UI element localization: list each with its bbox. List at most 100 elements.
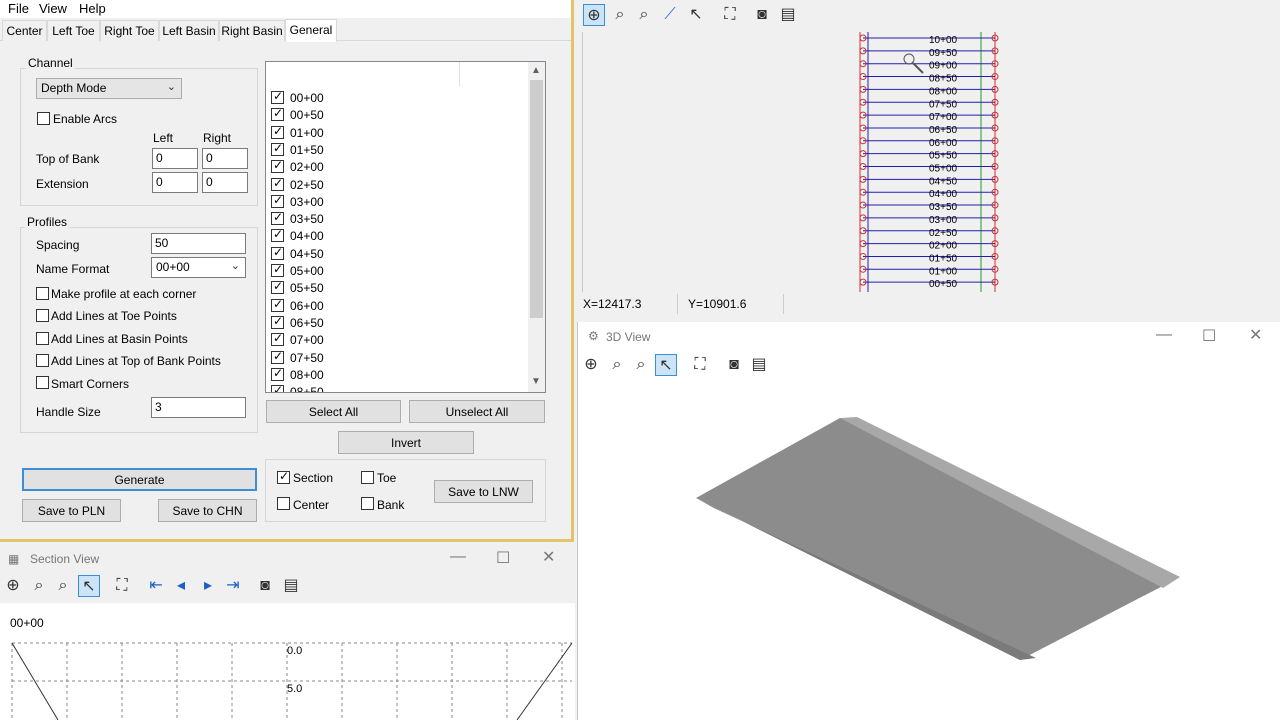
scroll-up-icon[interactable]: ▲ [531,65,541,76]
station-checkbox[interactable] [271,349,284,364]
bank-checkbox[interactable] [361,497,374,510]
handle-size-input[interactable]: 3 [151,397,246,418]
top-of-bank-left-input[interactable]: 0 [152,148,198,169]
station-label: 03+50 [290,212,324,227]
tab-right-toe[interactable]: Right Toe [100,20,159,41]
extension-right-input[interactable]: 0 [202,172,248,193]
station-checkbox[interactable] [271,227,284,243]
menu-help[interactable]: Help [79,1,106,16]
next-section-icon[interactable]: ▸ [197,575,219,597]
station-checkbox[interactable] [271,383,284,392]
top-of-bank-label: Top of Bank [36,152,100,166]
section-checkbox[interactable] [277,469,290,484]
invert-button[interactable]: Invert [338,431,474,454]
menu-bar: File View Help [0,0,571,18]
tab-left-toe[interactable]: Left Toe [47,20,100,41]
station-checkbox[interactable] [271,124,284,139]
station-checkbox[interactable] [271,141,284,156]
first-section-icon[interactable]: ⇤ [145,575,167,597]
station-checkbox[interactable] [271,176,284,191]
toe-checkbox[interactable] [361,471,374,484]
camera-icon[interactable]: ◙ [254,575,276,597]
station-label: 09+00 [929,61,958,72]
select-pointer-icon[interactable]: ↖ [685,4,707,26]
station-checkbox[interactable] [271,279,284,295]
station-label: 07+50 [290,350,324,365]
save-pln-button[interactable]: Save to PLN [22,499,121,522]
tab-center[interactable]: Center [2,20,47,41]
tab-left-basin[interactable]: Left Basin [159,20,219,41]
station-label: 02+50 [929,228,958,239]
channel-dialog: File View Help Center Left Toe Right Toe… [0,0,574,542]
station-checkbox[interactable] [271,158,284,174]
section-view-title: Section View [30,552,100,566]
select-all-button[interactable]: Select All [266,400,401,423]
smart-corners-checkbox[interactable] [36,376,49,389]
plan-canvas[interactable]: 10+00 09+50 09+00 08+50 08+00 07+50 07+00 06+50… [582,32,1275,292]
station-label: 04+50 [929,176,958,187]
save-chn-button[interactable]: Save to CHN [158,499,257,522]
close-icon[interactable]: ✕ [542,547,555,567]
top-of-bank-right-input[interactable]: 0 [202,148,248,169]
save-lnw-button[interactable]: Save to LNW [434,480,533,503]
zoom-extents-icon[interactable]: ⌕ [633,4,655,26]
zoom-window-icon[interactable]: ⌕ [609,4,631,26]
smart-corners-label: Smart Corners [51,377,130,391]
last-section-icon[interactable]: ⇥ [222,575,244,597]
top-of-bank-points-checkbox[interactable] [36,354,49,367]
station-checkbox[interactable] [271,262,284,277]
toe-points-checkbox[interactable] [36,309,49,322]
select-pointer-icon[interactable]: ↖ [78,575,100,597]
station-checkbox[interactable] [271,245,284,260]
scroll-thumb[interactable] [530,80,543,318]
station-list-scrollbar[interactable]: ▲ ▼ [528,62,545,392]
maximize-icon[interactable]: ☐ [496,548,510,568]
center-checkbox[interactable] [277,497,290,510]
fit-view-icon[interactable]: ⛶ [111,575,133,597]
name-format-select[interactable]: 00+00 ⌄ [151,257,246,278]
camera-icon[interactable]: ◙ [751,4,773,26]
x-coordinate-readout: X=12417.3 [583,297,642,311]
station-list[interactable]: 00+00 00+50 01+00 01+50 02+00 02+50 03+00 03+50… [265,61,546,393]
measure-icon[interactable]: ⟋ [659,4,681,26]
station-checkbox[interactable] [271,366,284,381]
zoom-in-icon[interactable]: ⊕ [2,575,24,597]
print-icon[interactable]: ▤ [777,4,799,26]
station-checkbox[interactable] [271,106,284,122]
station-checkbox[interactable] [271,193,284,208]
status-divider [677,294,678,314]
zoom-in-icon[interactable]: ⊕ [583,4,605,26]
menu-file[interactable]: File [8,1,29,16]
zoom-extents-icon[interactable]: ⌕ [52,575,74,597]
station-checkbox[interactable] [271,314,284,329]
station-checkbox[interactable] [271,89,284,104]
scroll-down-icon[interactable]: ▼ [531,376,541,387]
unselect-all-button[interactable]: Unselect All [409,400,545,423]
station-label: 02+00 [929,241,958,252]
station-checkbox[interactable] [271,331,284,347]
spacing-input[interactable]: 50 [151,233,246,254]
mode-select[interactable]: Depth Mode ⌄ [36,78,182,99]
print-icon[interactable]: ▤ [280,575,302,597]
station-checkbox[interactable] [271,210,284,226]
magnifier-cursor-icon [903,53,915,65]
station-label: 01+00 [929,266,958,277]
section-canvas[interactable]: 0.0 5.0 [0,640,575,720]
enable-arcs-checkbox[interactable] [37,112,50,125]
zoom-window-icon[interactable]: ⌕ [28,575,50,597]
menu-view[interactable]: View [39,1,67,16]
tab-right-basin[interactable]: Right Basin [219,20,285,41]
section-view-window: ▦ Section View — ☐ ✕ ⊕ ⌕ ⌕ ↖ ⛶ ⇤ ◂ ▸ ⇥ ◙… [0,545,575,720]
basin-points-checkbox[interactable] [36,332,49,345]
minimize-icon[interactable]: — [450,548,466,566]
extension-left-input[interactable]: 0 [152,172,198,193]
fit-view-icon[interactable]: ⛶ [719,4,741,26]
previous-section-icon[interactable]: ◂ [170,575,192,597]
make-profile-corner-checkbox[interactable] [36,287,49,300]
3d-channel-model[interactable] [578,322,1280,720]
station-label: 04+00 [929,189,958,200]
tab-general[interactable]: General [285,19,337,42]
generate-button[interactable]: Generate [22,468,257,491]
station-checkbox[interactable] [271,297,284,312]
basin-points-label: Add Lines at Basin Points [51,332,188,346]
